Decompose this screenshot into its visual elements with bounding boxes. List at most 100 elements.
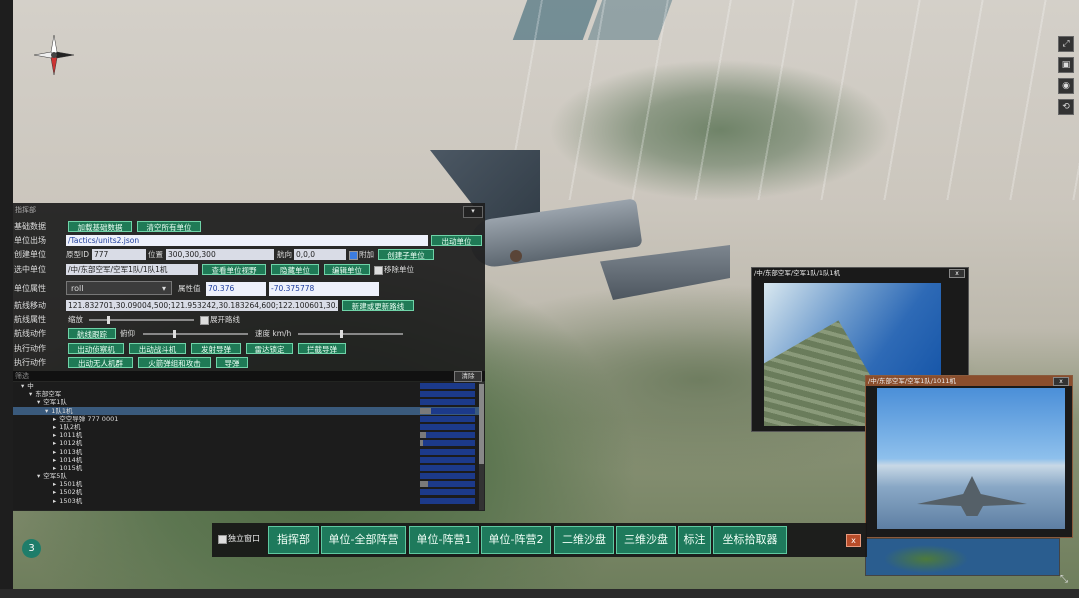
collapse-arrow-icon[interactable]: ▸ — [53, 497, 56, 505]
speed-slider[interactable] — [298, 330, 403, 338]
compass-icon[interactable] — [34, 35, 74, 75]
route-points-input[interactable]: 121.832701,30.09004,500;121.953242,30.18… — [66, 300, 338, 311]
tree-clear-button[interactable]: 清除 — [454, 371, 482, 382]
radar-lock-button[interactable]: 雷达锁定 — [246, 343, 293, 354]
collapse-arrow-icon[interactable]: ▸ — [53, 415, 56, 423]
tree-scrollbar[interactable] — [479, 382, 484, 510]
tree-row[interactable]: ▸ 空空导弹 777 0001 — [13, 415, 479, 423]
flatten-route-checkbox[interactable] — [200, 316, 209, 325]
tree-row[interactable]: ▾ 1队1机 — [13, 406, 479, 415]
mini-map[interactable] — [865, 538, 1060, 576]
heading-input[interactable]: 0,0,0 — [294, 249, 346, 260]
remove-unit-label: 移除单位 — [384, 265, 414, 274]
collapse-arrow-icon[interactable]: ▸ — [53, 456, 56, 464]
rocket-attack-button[interactable]: 火箭弹组和攻击 — [138, 357, 211, 368]
action-label-2: 执行动作 — [14, 358, 46, 367]
clear-all-units-button[interactable]: 清空所有单位 — [137, 221, 201, 232]
tree-row-label: 1013机 — [59, 447, 83, 456]
tree-row[interactable]: ▸ 1014机 — [13, 456, 479, 464]
group-status-bar — [420, 399, 475, 406]
collapse-arrow-icon[interactable]: ▸ — [53, 448, 56, 456]
unit-status-bar — [420, 415, 475, 422]
tree-row-label: 1014机 — [59, 455, 83, 464]
tree-row[interactable]: ▸ 1013机 — [13, 448, 479, 456]
intercept-missile-button[interactable]: 拦截导弹 — [298, 343, 346, 354]
collapse-arrow-icon[interactable]: ▸ — [53, 423, 56, 431]
tree-row[interactable]: ▸ 1012机 — [13, 439, 479, 447]
tree-row[interactable]: ▸ 1015机 — [13, 464, 479, 472]
collapse-arrow-icon[interactable]: ▸ — [53, 439, 56, 447]
tree-row[interactable]: ▾ 中 — [13, 382, 479, 390]
scale-slider[interactable] — [89, 316, 194, 324]
tree-row-label: 1队2机 — [59, 422, 81, 431]
tab-3d-sandbox[interactable]: 三维沙盘 — [616, 526, 676, 554]
view-unit-vision-button[interactable]: 查看单位视野 — [202, 264, 266, 275]
flatten-route-label: 展开路线 — [210, 315, 240, 324]
collapse-arrow-icon[interactable]: ▸ — [53, 464, 56, 472]
independent-window-checkbox[interactable] — [218, 535, 227, 544]
unit-property-label: 单位属性 — [14, 284, 46, 293]
camera-icon[interactable]: ◉ — [1058, 78, 1074, 94]
position-input[interactable]: 300,300,300 — [166, 249, 274, 260]
tree-row[interactable]: ▸ 1501机 — [13, 480, 479, 488]
tree-filter-input[interactable]: 筛选 — [15, 371, 29, 381]
expand-arrow-icon[interactable]: ▾ — [37, 398, 40, 406]
expand-icon[interactable]: ⤡ — [1060, 574, 1072, 586]
tree-row-label: 空军5队 — [43, 472, 67, 481]
route-move-label: 航线移动 — [14, 301, 46, 310]
expand-arrow-icon[interactable]: ▾ — [29, 390, 32, 398]
selected-unit-path[interactable]: /中/东部空军/空军1队/1队1机 — [66, 264, 198, 275]
tab-units-camp2[interactable]: 单位-阵营2 — [481, 526, 551, 554]
layer-icon[interactable]: ▣ — [1058, 57, 1074, 73]
tree-row[interactable]: ▾ 空军1队 — [13, 398, 479, 406]
tree-row[interactable]: ▸ 1503机 — [13, 497, 479, 505]
property-value-output[interactable]: -70.375778 — [269, 282, 379, 296]
launch-missile-button[interactable]: 发射导弹 — [191, 343, 241, 354]
load-basic-data-button[interactable]: 加载基础数据 — [68, 221, 132, 232]
fullscreen-icon[interactable]: ⤢ — [1058, 36, 1074, 52]
tree-row[interactable]: ▾ 空军5队 — [13, 472, 479, 480]
tab-units-camp1[interactable]: 单位-阵营1 — [409, 526, 479, 554]
edit-unit-button[interactable]: 编辑单位 — [324, 264, 370, 275]
tree-row[interactable]: ▸ 1502机 — [13, 488, 479, 496]
route-action-label: 航线动作 — [14, 329, 46, 338]
deploy-units-button[interactable]: 出动单位 — [431, 235, 482, 246]
deploy-drone-swarm-button[interactable]: 出动无人机群 — [68, 357, 133, 368]
attach-checkbox[interactable] — [349, 251, 358, 260]
scale-label: 缩放 — [68, 315, 83, 324]
expand-arrow-icon[interactable]: ▾ — [37, 472, 40, 480]
collapse-arrow-icon[interactable]: ▸ — [53, 431, 56, 439]
tree-row-label: 1015机 — [59, 463, 83, 472]
notification-badge[interactable]: 3 — [22, 539, 41, 558]
model-id-input[interactable]: 777 — [92, 249, 146, 260]
close-icon[interactable]: x — [949, 269, 965, 278]
tree-row[interactable]: ▾ 东部空军 — [13, 390, 479, 398]
pitch-slider[interactable] — [143, 330, 248, 338]
expand-arrow-icon[interactable]: ▾ — [21, 382, 24, 390]
toolbar-close-button[interactable]: x — [846, 534, 861, 547]
tab-annotation[interactable]: 标注 — [678, 526, 711, 554]
collapse-arrow-icon[interactable]: ▸ — [53, 488, 56, 496]
unit-status-bar — [420, 481, 475, 488]
unit-file-path-input[interactable]: /Tactics/units2.json — [66, 235, 428, 246]
tab-2d-sandbox[interactable]: 二维沙盘 — [554, 526, 614, 554]
route-follow-button[interactable]: 航线跟踪 — [68, 328, 116, 339]
tree-row[interactable]: ▸ 1011机 — [13, 431, 479, 439]
tab-command[interactable]: 指挥部 — [268, 526, 319, 554]
deploy-fighter-button[interactable]: 出动战斗机 — [129, 343, 186, 354]
property-value-input[interactable]: 70.376 — [206, 282, 266, 296]
close-icon[interactable]: x — [1053, 377, 1069, 386]
property-select[interactable]: roll ▾ — [66, 281, 172, 295]
hide-unit-button[interactable]: 隐藏单位 — [271, 264, 319, 275]
reset-view-icon[interactable]: ⟲ — [1058, 99, 1074, 115]
tree-row[interactable]: ▸ 1队2机 — [13, 423, 479, 431]
deploy-recon-button[interactable]: 出动侦察机 — [68, 343, 124, 354]
remove-unit-checkbox[interactable] — [374, 266, 383, 275]
missile-button[interactable]: 导弹 — [216, 357, 248, 368]
tab-coordinate-picker[interactable]: 坐标拾取器 — [713, 526, 787, 554]
update-route-button[interactable]: 新建或更新路线 — [342, 300, 414, 311]
create-child-unit-button[interactable]: 创建子单位 — [378, 249, 434, 260]
expand-arrow-icon[interactable]: ▾ — [45, 407, 48, 415]
tab-units-all[interactable]: 单位-全部阵营 — [321, 526, 406, 554]
panel-collapse-button[interactable]: ▾ — [463, 206, 483, 218]
